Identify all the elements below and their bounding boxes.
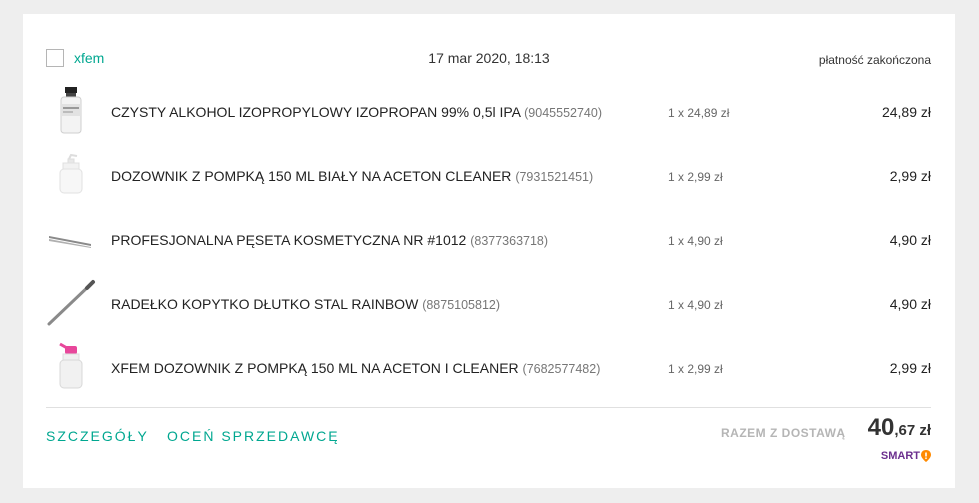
item-title[interactable]: DOZOWNIK Z POMPKĄ 150 ML BIAŁY NA ACETON…	[111, 168, 593, 184]
item-name: XFEM DOZOWNIK Z POMPKĄ 150 ML NA ACETON …	[111, 360, 519, 376]
total-amount-cents: ,67 zł	[894, 422, 931, 439]
item-quantity: 1 x 4,90 zł	[668, 298, 723, 312]
item-price: 24,89 zł	[881, 104, 931, 120]
order-item: DOZOWNIK Z POMPKĄ 150 ML BIAŁY NA ACETON…	[23, 144, 955, 208]
item-quantity: 1 x 24,89 zł	[668, 106, 730, 120]
tweezers-icon[interactable]	[45, 212, 97, 264]
alcohol-bottle-icon[interactable]	[45, 84, 97, 136]
total-label: RAZEM Z DOSTAWĄ	[721, 426, 846, 440]
item-quantity: 1 x 2,99 zł	[668, 170, 723, 184]
item-name: RADEŁKO KOPYTKO DŁUTKO STAL RAINBOW	[111, 296, 419, 312]
item-title[interactable]: PROFESJONALNA PĘSETA KOSMETYCZNA NR #101…	[111, 232, 548, 248]
smart-label: SMART	[880, 450, 920, 462]
rate-seller-link[interactable]: OCEŃ SPRZEDAWCĘ	[167, 428, 340, 444]
smart-badge: SMART	[881, 450, 931, 462]
total-amount-main: 40	[867, 414, 895, 441]
item-offer-id: (9045552740)	[524, 106, 602, 120]
order-date: 17 mar 2020, 18:13	[428, 50, 550, 66]
order-item: CZYSTY ALKOHOL IZOPROPYLOWY IZOPROPAN 99…	[23, 80, 955, 144]
pink-pump-dispenser-icon[interactable]	[45, 340, 97, 392]
cuticle-pusher-icon[interactable]	[45, 276, 97, 328]
item-price: 4,90 zł	[889, 232, 931, 248]
item-quantity: 1 x 4,90 zł	[668, 234, 723, 248]
item-price: 2,99 zł	[889, 360, 931, 376]
order-item: PROFESJONALNA PĘSETA KOSMETYCZNA NR #101…	[23, 208, 955, 272]
details-link[interactable]: SZCZEGÓŁY	[46, 428, 149, 444]
item-title[interactable]: XFEM DOZOWNIK Z POMPKĄ 150 ML NA ACETON …	[111, 360, 600, 376]
item-offer-id: (8377363718)	[470, 234, 549, 248]
item-title[interactable]: CZYSTY ALKOHOL IZOPROPYLOWY IZOPROPAN 99…	[111, 104, 602, 120]
item-offer-id: (7682577482)	[522, 362, 601, 376]
item-name: DOZOWNIK Z POMPKĄ 150 ML BIAŁY NA ACETON…	[111, 168, 512, 184]
smart-pin-icon	[921, 450, 931, 462]
order-total: 40,67 zł	[868, 414, 931, 442]
item-name: PROFESJONALNA PĘSETA KOSMETYCZNA NR #101…	[111, 232, 467, 248]
item-price: 4,90 zł	[889, 296, 931, 312]
order-item: XFEM DOZOWNIK Z POMPKĄ 150 ML NA ACETON …	[23, 336, 955, 400]
item-name: CZYSTY ALKOHOL IZOPROPYLOWY IZOPROPAN 99…	[111, 104, 521, 120]
order-item: RADEŁKO KOPYTKO DŁUTKO STAL RAINBOW (887…	[23, 272, 955, 336]
item-offer-id: (7931521451)	[515, 170, 594, 184]
order-card: xfem 17 mar 2020, 18:13 płatność zakończ…	[23, 14, 955, 488]
item-offer-id: (8875105812)	[422, 298, 501, 312]
payment-status: płatność zakończona	[818, 53, 931, 67]
item-quantity: 1 x 2,99 zł	[668, 362, 723, 376]
order-header: xfem 17 mar 2020, 18:13 płatność zakończ…	[23, 14, 955, 84]
item-price: 2,99 zł	[889, 168, 931, 184]
divider	[46, 407, 931, 408]
item-title[interactable]: RADEŁKO KOPYTKO DŁUTKO STAL RAINBOW (887…	[111, 296, 500, 312]
pump-dispenser-icon[interactable]	[45, 148, 97, 200]
